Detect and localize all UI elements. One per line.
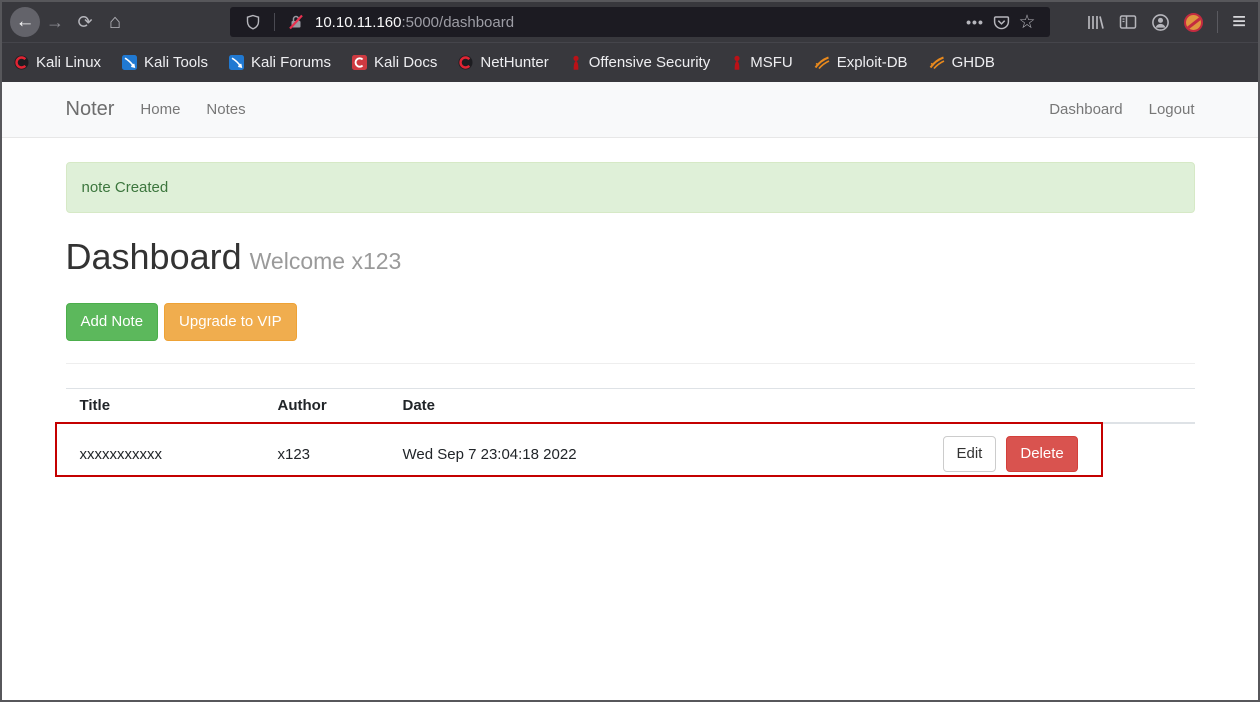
kali-dragon-icon bbox=[14, 55, 29, 70]
blocked-addon-icon[interactable] bbox=[1183, 12, 1203, 32]
bookmark-label: Offensive Security bbox=[588, 54, 711, 71]
kali-forums-icon bbox=[228, 55, 244, 70]
note-author-cell: x123 bbox=[277, 445, 311, 463]
nav-link-logout[interactable]: Logout bbox=[1149, 101, 1195, 118]
page-content: note Created Dashboard Welcome x123 Add N… bbox=[65, 162, 1195, 484]
insecure-lock-icon[interactable] bbox=[283, 9, 309, 35]
bookmark-offensive-security[interactable]: Offensive Security bbox=[570, 54, 710, 71]
url-bar[interactable]: 10.10.11.160:5000/dashboard ••• ☆ bbox=[230, 7, 1050, 37]
bookmark-label: Kali Forums bbox=[250, 54, 332, 71]
table-row: xxxxxxxxxxx x123 Wed Sep 7 23:04:18 2022… bbox=[66, 423, 1195, 484]
bookmark-label: Exploit-DB bbox=[836, 54, 908, 71]
bookmark-kali-docs[interactable]: Kali Docs bbox=[352, 54, 437, 71]
toolbar-right-icons: ≡ bbox=[1086, 10, 1250, 34]
note-date-cell: Wed Sep 7 23:04:18 2022 bbox=[402, 445, 577, 463]
bookmark-nethunter[interactable]: NetHunter bbox=[458, 54, 549, 71]
offsec-icon bbox=[573, 55, 579, 70]
offsec-icon bbox=[734, 55, 740, 70]
bookmarks-bar: Kali Linux Kali Tools Kali Forums Kali D… bbox=[2, 42, 1258, 82]
nav-link-dashboard[interactable]: Dashboard bbox=[1049, 101, 1122, 118]
library-icon[interactable] bbox=[1086, 14, 1105, 31]
header-actions bbox=[928, 388, 1195, 424]
add-note-button[interactable]: Add Note bbox=[65, 303, 159, 341]
forward-icon[interactable]: → bbox=[40, 7, 70, 37]
delete-button[interactable]: Delete bbox=[1006, 436, 1078, 472]
home-icon[interactable]: ⌂ bbox=[100, 7, 130, 37]
bookmark-kali-tools[interactable]: Kali Tools bbox=[122, 54, 208, 71]
browser-toolbar: ← → ⟳ ⌂ 10.10.11.160:5000/dashboard ••• … bbox=[2, 2, 1258, 42]
toolbar-divider bbox=[1216, 11, 1218, 33]
bookmark-label: MSFU bbox=[750, 54, 793, 71]
welcome-subtitle: Welcome x123 bbox=[249, 248, 402, 274]
kali-tools-icon bbox=[122, 55, 138, 70]
bookmark-ghdb[interactable]: GHDB bbox=[929, 54, 995, 71]
menu-icon[interactable]: ≡ bbox=[1232, 10, 1246, 34]
bookmark-label: NetHunter bbox=[480, 54, 549, 71]
bookmark-msfu[interactable]: MSFU bbox=[731, 54, 793, 71]
table-header-row: Title Author Date bbox=[65, 388, 1195, 424]
row-actions: Edit Delete bbox=[942, 436, 1181, 472]
notes-table: Title Author Date xxxxxxxxxxx x123 Wed S… bbox=[65, 388, 1195, 484]
pocket-icon[interactable] bbox=[988, 9, 1014, 35]
bookmark-kali-linux[interactable]: Kali Linux bbox=[14, 54, 101, 71]
url-path: :5000/dashboard bbox=[401, 13, 515, 31]
back-icon[interactable]: ← bbox=[10, 7, 40, 37]
bookmark-label: Kali Tools bbox=[144, 54, 208, 71]
exploitdb-icon bbox=[814, 56, 830, 70]
exploitdb-icon bbox=[929, 56, 944, 70]
bookmark-exploit-db[interactable]: Exploit-DB bbox=[814, 54, 908, 71]
kali-dragon-icon bbox=[458, 55, 473, 70]
bookmark-kali-forums[interactable]: Kali Forums bbox=[228, 54, 332, 71]
site-navbar: Noter Home Notes Dashboard Logout bbox=[2, 82, 1258, 138]
account-icon[interactable] bbox=[1151, 13, 1170, 32]
note-title-cell: xxxxxxxxxxx bbox=[79, 445, 163, 463]
sidebar-icon[interactable] bbox=[1119, 14, 1137, 30]
bookmark-star-icon[interactable]: ☆ bbox=[1014, 9, 1040, 35]
nav-link-home[interactable]: Home bbox=[140, 101, 180, 118]
page-heading: Dashboard Welcome x123 bbox=[66, 237, 1195, 285]
url-host: 10.10.11.160 bbox=[315, 13, 402, 31]
header-date: Date bbox=[388, 388, 929, 424]
shield-icon[interactable] bbox=[240, 9, 266, 35]
kali-docs-icon bbox=[352, 55, 368, 70]
edit-button[interactable]: Edit bbox=[942, 436, 997, 472]
success-alert: note Created bbox=[65, 162, 1195, 213]
page-title: Dashboard bbox=[65, 236, 242, 277]
bookmark-label: GHDB bbox=[951, 54, 995, 71]
header-author: Author bbox=[263, 388, 389, 424]
reload-icon[interactable]: ⟳ bbox=[70, 7, 100, 37]
brand-noter[interactable]: Noter bbox=[66, 98, 115, 121]
page-actions-icon[interactable]: ••• bbox=[962, 9, 988, 35]
bookmark-label: Kali Linux bbox=[36, 54, 102, 71]
urlbar-divider bbox=[274, 13, 275, 31]
nav-link-notes[interactable]: Notes bbox=[206, 101, 245, 118]
action-buttons: Add Note Upgrade to VIP bbox=[65, 303, 1195, 341]
section-divider bbox=[65, 363, 1195, 364]
bookmark-label: Kali Docs bbox=[374, 54, 438, 71]
upgrade-vip-button[interactable]: Upgrade to VIP bbox=[164, 303, 297, 341]
url-text[interactable]: 10.10.11.160:5000/dashboard bbox=[315, 14, 514, 31]
browser-window: ← → ⟳ ⌂ 10.10.11.160:5000/dashboard ••• … bbox=[0, 0, 1260, 702]
header-title: Title bbox=[65, 388, 264, 424]
